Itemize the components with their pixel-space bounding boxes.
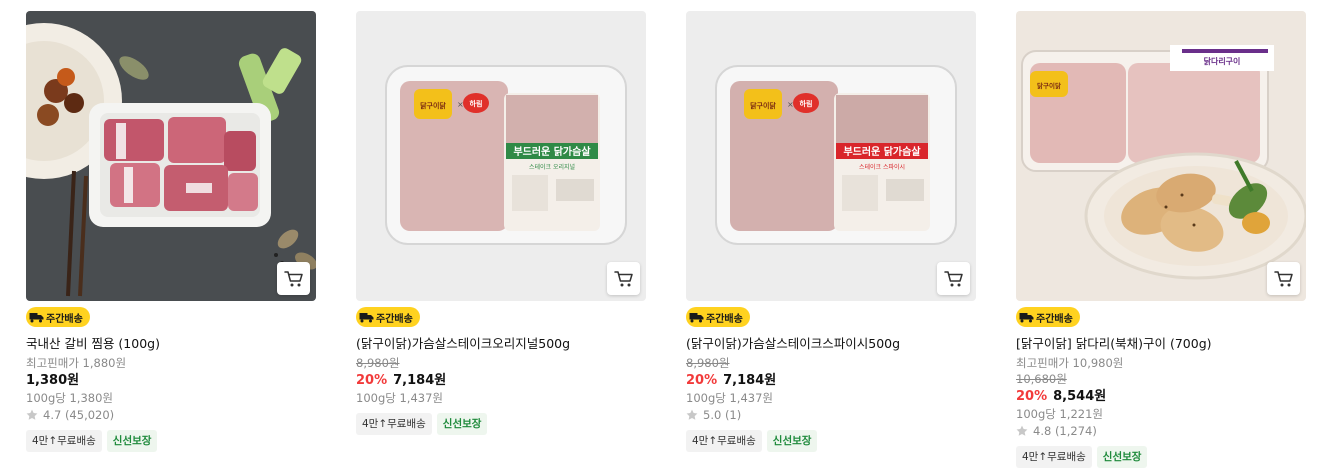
price-row: 1,380원 xyxy=(26,372,316,389)
discount-rate: 20% xyxy=(686,373,718,388)
package-x-mark: × xyxy=(787,100,794,109)
add-to-cart-button[interactable] xyxy=(277,262,310,295)
package-title: 부드러운 닭가슴살 xyxy=(843,145,921,158)
add-to-cart-button[interactable] xyxy=(1267,262,1300,295)
product-image[interactable] xyxy=(26,11,316,301)
star-icon xyxy=(686,409,698,420)
badge-label: 주간배송 xyxy=(706,313,743,325)
add-to-cart-button[interactable] xyxy=(607,262,640,295)
badge-label: 주간배송 xyxy=(1036,313,1073,325)
fresh-guarantee-tag: 신선보장 xyxy=(106,430,158,452)
product-name[interactable]: (닭구이닭)가슴살스테이크오리지널500g xyxy=(356,336,646,352)
weekly-delivery-badge: 주간배송 xyxy=(1016,307,1080,327)
discount-rate: 20% xyxy=(1016,389,1048,404)
package-partner: 하림 xyxy=(800,99,813,108)
rating: 4.8 (1,274) xyxy=(1016,424,1306,438)
price-row: 20% 7,184원 xyxy=(686,372,976,389)
tag-list: 4만↑무료배송 신선보장 xyxy=(26,430,316,452)
weekly-delivery-badge: 주간배송 xyxy=(356,307,420,327)
sale-price: 8,544원 xyxy=(1053,389,1107,404)
package-brand: 닭구이닭 xyxy=(1037,81,1061,90)
weekly-delivery-badge: 주간배송 xyxy=(686,307,750,327)
package-subtitle: 스테이크 스파이시 xyxy=(859,163,905,171)
free-shipping-tag: 4만↑무료배송 xyxy=(356,413,432,435)
reference-price: 최고핀매가 10,980원 xyxy=(1016,356,1124,370)
cart-icon xyxy=(943,270,963,286)
truck-icon xyxy=(1019,313,1034,323)
cart-icon xyxy=(1273,270,1293,286)
star-icon xyxy=(26,409,38,420)
fresh-guarantee-tag: 신선보장 xyxy=(436,413,488,435)
price-row: 20% 8,544원 xyxy=(1016,388,1306,405)
original-price: 8,980원 xyxy=(686,356,730,370)
weekly-delivery-badge: 주간배송 xyxy=(26,307,90,327)
truck-icon xyxy=(359,313,374,323)
add-to-cart-button[interactable] xyxy=(937,262,970,295)
package-brand: 닭구이닭 xyxy=(750,101,776,110)
chicken-breast-original-photo: 부드러운 닭가슴살 스테이크 오리지널 닭구이닭 × 하림 xyxy=(356,11,646,301)
product-card[interactable]: 주간배송 국내산 갈비 찜용 (100g) 최고핀매가 1,880원 1,380… xyxy=(26,11,316,452)
product-name[interactable]: [닭구이닭] 닭다리(북채)구이 (700g) xyxy=(1016,336,1306,352)
product-card[interactable]: 부드러운 닭가슴살 스테이크 스파이시 닭구이닭 × 하림 주간배송 (닭구이닭… xyxy=(686,11,976,452)
discount-rate: 20% xyxy=(356,373,388,388)
tag-list: 4만↑무료배송 신선보장 xyxy=(356,413,646,435)
free-shipping-tag: 4만↑무료배송 xyxy=(26,430,102,452)
product-card[interactable]: 부드러운 닭가슴살 스테이크 오리지널 닭구이닭 × 하림 주간배송 (닭구이닭… xyxy=(356,11,646,435)
product-image[interactable]: 부드러운 닭가슴살 스테이크 오리지널 닭구이닭 × 하림 xyxy=(356,11,646,301)
star-icon xyxy=(1016,425,1028,436)
rating-value: 4.8 (1,274) xyxy=(1033,424,1097,438)
pork-ribs-photo xyxy=(26,11,316,301)
free-shipping-tag: 4만↑무료배송 xyxy=(1016,446,1092,468)
tag-list: 4만↑무료배송 신선보장 xyxy=(686,430,976,452)
unit-price: 100g당 1,380원 xyxy=(26,391,113,405)
unit-price: 100g당 1,437원 xyxy=(356,391,443,405)
truck-icon xyxy=(689,313,704,323)
package-x-mark: × xyxy=(457,100,464,109)
rating: 5.0 (1) xyxy=(686,408,976,422)
original-price: 8,980원 xyxy=(356,356,400,370)
chicken-drumstick-photo: 닭다리구이 닭구이닭 xyxy=(1016,11,1306,301)
price-row: 20% 7,184원 xyxy=(356,372,646,389)
chicken-breast-spicy-photo: 부드러운 닭가슴살 스테이크 스파이시 닭구이닭 × 하림 xyxy=(686,11,976,301)
unit-price: 100g당 1,221원 xyxy=(1016,407,1103,421)
package-subtitle: 스테이크 오리지널 xyxy=(529,163,575,171)
package-label: 닭다리구이 xyxy=(1204,56,1241,66)
sale-price: 1,380원 xyxy=(26,373,80,388)
badge-label: 주간배송 xyxy=(376,313,413,325)
sale-price: 7,184원 xyxy=(393,373,447,388)
fresh-guarantee-tag: 신선보장 xyxy=(766,430,818,452)
fresh-guarantee-tag: 신선보장 xyxy=(1096,446,1148,468)
package-title: 부드러운 닭가슴살 xyxy=(513,145,591,158)
badge-label: 주간배송 xyxy=(46,313,83,325)
rating-value: 4.7 (45,020) xyxy=(43,408,115,422)
cart-icon xyxy=(613,270,633,286)
reference-price: 최고핀매가 1,880원 xyxy=(26,356,127,370)
free-shipping-tag: 4만↑무료배송 xyxy=(686,430,762,452)
sale-price: 7,184원 xyxy=(723,373,777,388)
unit-price: 100g당 1,437원 xyxy=(686,391,773,405)
package-partner: 하림 xyxy=(470,99,483,108)
package-brand: 닭구이닭 xyxy=(420,101,446,110)
tag-list: 4만↑무료배송 신선보장 xyxy=(1016,446,1306,468)
product-name[interactable]: (닭구이닭)가슴살스테이크스파이시500g xyxy=(686,336,976,352)
truck-icon xyxy=(29,313,44,323)
original-price: 10,680원 xyxy=(1016,372,1067,386)
product-card[interactable]: 닭다리구이 닭구이닭 주간배송 [닭구이닭] 닭다리(북채)구이 (700g) … xyxy=(1016,11,1306,468)
rating-value: 5.0 (1) xyxy=(703,408,742,422)
rating: 4.7 (45,020) xyxy=(26,408,316,422)
product-image[interactable]: 닭다리구이 닭구이닭 xyxy=(1016,11,1306,301)
cart-icon xyxy=(283,270,303,286)
product-name[interactable]: 국내산 갈비 찜용 (100g) xyxy=(26,336,316,352)
product-image[interactable]: 부드러운 닭가슴살 스테이크 스파이시 닭구이닭 × 하림 xyxy=(686,11,976,301)
